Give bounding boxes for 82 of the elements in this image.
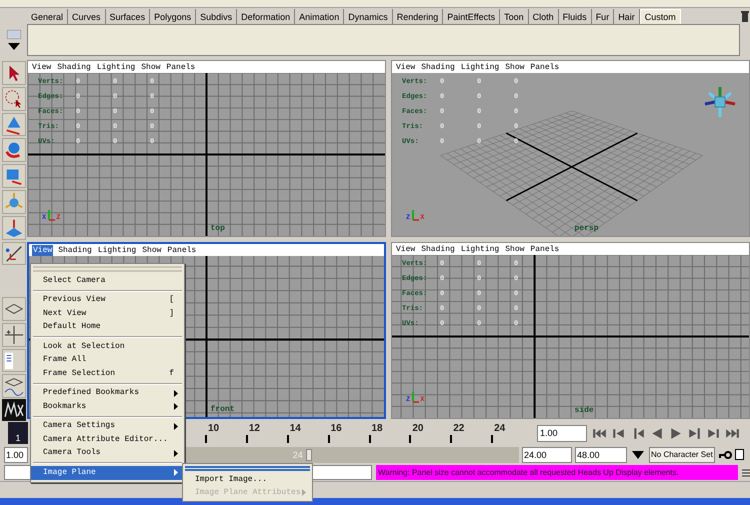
menu-item[interactable]: Select Camera [31, 274, 184, 288]
menu-item[interactable]: Import Image... [183, 473, 312, 486]
panel-menu[interactable]: Lighting [96, 244, 138, 256]
view-cube-icon[interactable] [703, 85, 737, 119]
camera-label: top [210, 225, 225, 233]
caret-icon[interactable] [632, 450, 644, 458]
menu-item[interactable]: Frame Selection f [31, 367, 184, 380]
menu-item[interactable]: Next View ] [31, 307, 184, 320]
frame-number: 20 [412, 424, 424, 434]
menu-item[interactable]: Camera Settings [31, 420, 184, 433]
axis-icon [411, 210, 420, 222]
axis-icon [411, 392, 420, 404]
panel-menu[interactable]: View [31, 62, 52, 72]
key-icon[interactable] [718, 450, 732, 460]
graph-layout-icon[interactable] [2, 374, 26, 398]
axis-icon [47, 210, 56, 222]
end-frame-field[interactable]: 24.00 [522, 446, 572, 462]
menu-item[interactable]: Previous View [ [31, 294, 184, 307]
menu-item[interactable]: Default Home [31, 320, 184, 334]
frame-number: 12 [248, 424, 260, 434]
current-frame-label: 1 [15, 432, 20, 444]
panel-menu[interactable]: Show [504, 244, 526, 254]
lasso-icon[interactable] [2, 86, 26, 111]
menu-item[interactable]: Camera Attribute Editor... [31, 433, 184, 446]
menu-item[interactable]: Frame All [31, 354, 184, 367]
single-pane-icon[interactable] [2, 297, 26, 321]
logo-icon [2, 399, 26, 422]
panel-menu[interactable]: View [395, 244, 416, 254]
panel-menu[interactable]: Shading [56, 62, 92, 72]
tear-off-handle[interactable] [33, 266, 182, 272]
frame-number: 18 [372, 424, 383, 434]
caret-icon[interactable] [6, 40, 20, 50]
panel-menu[interactable]: Lighting [460, 244, 500, 254]
panel-menu[interactable]: Show [141, 244, 162, 256]
frame-number: 24 [494, 424, 506, 434]
menu-item[interactable]: Image Plane [31, 466, 184, 480]
character-set-field[interactable]: No Character Set [649, 446, 715, 462]
rotate-icon[interactable] [2, 138, 26, 162]
panel-menu[interactable]: Lighting [96, 62, 136, 72]
menu-item[interactable]: Predefined Bookmarks [31, 386, 184, 400]
menu-item[interactable]: Bookmarks [31, 400, 184, 414]
frame-number: 14 [290, 424, 301, 434]
frame-number: 22 [453, 424, 464, 434]
panel-menu[interactable]: Lighting [460, 62, 500, 72]
panel-menu[interactable]: View [32, 244, 54, 256]
four-pane-icon[interactable] [2, 322, 26, 347]
shortcut-label: f [169, 368, 174, 380]
panel-menu[interactable]: Shading [420, 62, 456, 72]
soft-modify-icon[interactable] [2, 216, 26, 240]
warning-message: Warning: Panel size cannot accommodate all requested Heads Up Display elements. [376, 465, 738, 480]
shelf-tab[interactable]: Custom [640, 9, 681, 24]
trash-icon[interactable] [741, 11, 749, 22]
panel-menu[interactable]: Panels [529, 244, 560, 254]
frame-number: 10 [208, 424, 220, 434]
panel-menu[interactable]: Panels [529, 62, 560, 72]
current-frame-marker[interactable]: 1 [8, 422, 28, 444]
script-editor-icon[interactable] [742, 468, 750, 478]
max-frame-field[interactable]: 48.00 [575, 446, 627, 462]
menu-item[interactable]: Look at Selection [31, 340, 184, 354]
panel-menu[interactable]: Shading [57, 244, 93, 256]
range-handle[interactable] [306, 448, 312, 460]
frame-number: 16 [330, 424, 342, 434]
panel-menu[interactable]: Show [504, 62, 526, 72]
camera-label: front [210, 406, 235, 414]
shortcut-label: ] [169, 308, 174, 320]
axis-tool-icon[interactable] [2, 242, 26, 266]
preferences-icon[interactable] [735, 449, 744, 460]
camera-label: side [574, 407, 594, 415]
panel-menu[interactable]: View [395, 62, 416, 72]
move-icon[interactable] [2, 112, 26, 136]
panel-menu[interactable]: Panels [166, 244, 198, 256]
camera-label: persp [574, 225, 599, 233]
panel-menu[interactable]: Shading [420, 244, 456, 254]
tear-off-handle[interactable] [185, 466, 310, 471]
shortcut-label: [ [169, 294, 174, 306]
start-frame-field[interactable]: 1.00 [4, 446, 28, 462]
range-end-label: 24 [292, 448, 303, 462]
panel-menu[interactable]: Show [140, 62, 162, 72]
current-frame-field[interactable]: 1.00 [537, 424, 587, 442]
menu-item[interactable]: Camera Tools [31, 446, 184, 460]
panel-menu[interactable]: Panels [165, 62, 196, 72]
scale-icon[interactable] [2, 164, 26, 188]
